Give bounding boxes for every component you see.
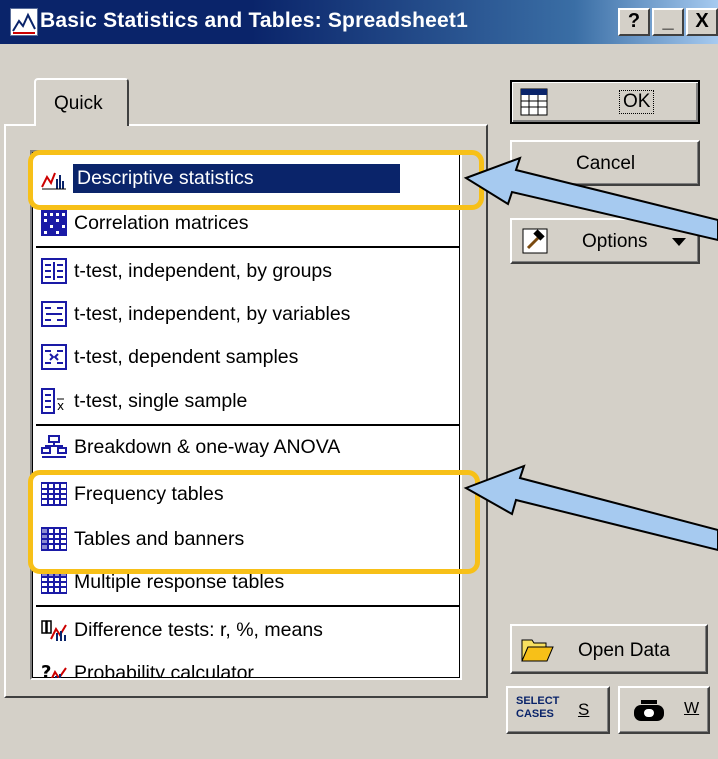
tab-quick[interactable]: Quick <box>34 78 129 126</box>
annotation-arrow-lower <box>463 464 718 552</box>
annotation-arrow-upper <box>463 156 718 242</box>
tab-quick-label: Quick <box>54 93 103 114</box>
